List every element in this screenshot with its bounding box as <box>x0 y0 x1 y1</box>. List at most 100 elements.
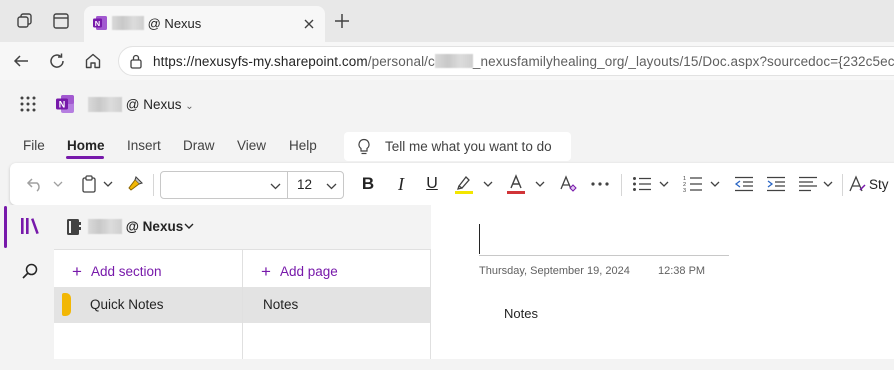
bold-icon: B <box>361 174 375 193</box>
notebooks-icon[interactable] <box>20 217 40 235</box>
chevron-down-icon <box>326 183 337 190</box>
redacted-url-part <box>434 54 473 68</box>
bullets-icon[interactable] <box>630 163 654 205</box>
notebook-icon <box>65 218 81 236</box>
divider <box>842 174 843 196</box>
chevron-down-icon[interactable] <box>52 163 64 205</box>
add-page-label: Add page <box>279 264 338 279</box>
note-content[interactable]: Notes <box>504 306 538 321</box>
back-icon[interactable] <box>12 52 30 70</box>
refresh-icon[interactable] <box>48 52 66 70</box>
underline-icon: U <box>426 175 438 192</box>
add-page-button[interactable]: + Add page <box>261 261 338 281</box>
align-icon[interactable] <box>796 163 820 205</box>
plus-icon: + <box>72 262 82 281</box>
increase-indent-icon[interactable] <box>764 163 788 205</box>
notebook-title-suffix: @ Nexus <box>125 97 182 112</box>
workspaces-icon[interactable] <box>16 12 34 30</box>
chevron-down-icon[interactable] <box>822 163 834 205</box>
new-tab-icon[interactable] <box>334 13 350 29</box>
sections-pane: + Add section Quick Notes <box>54 249 243 359</box>
tab-help[interactable]: Help <box>289 138 317 153</box>
tab-file[interactable]: File <box>23 138 45 153</box>
page-label: Notes <box>263 297 299 312</box>
onenote-favicon-icon: N <box>92 15 108 31</box>
font-size-select[interactable]: 12 <box>287 171 344 199</box>
chevron-down-icon[interactable] <box>534 163 546 205</box>
highlight-button[interactable] <box>452 163 476 205</box>
font-name-select[interactable] <box>160 171 288 199</box>
tell-me-text: Tell me what you want to do <box>385 139 552 154</box>
section-color-tab <box>62 293 71 316</box>
page-canvas[interactable]: Thursday, September 19, 2024 12:38 PM No… <box>431 205 894 359</box>
font-size-value: 12 <box>297 177 313 192</box>
notebook-header[interactable]: @ Nexus <box>54 205 431 249</box>
clipboard-icon[interactable] <box>78 163 100 205</box>
tell-me-search[interactable]: Tell me what you want to do <box>344 132 571 161</box>
numbering-icon[interactable]: 123 <box>681 163 705 205</box>
notebook-title-dropdown[interactable]: @ Nexus ⌄ <box>88 97 194 112</box>
section-label: Quick Notes <box>90 297 164 312</box>
ribbon-toolbar: 12 B I U 123 Sty <box>10 163 894 205</box>
add-section-label: Add section <box>90 264 162 279</box>
bold-button[interactable]: B <box>356 163 380 205</box>
more-options-icon[interactable] <box>588 163 612 205</box>
svg-text:N: N <box>95 19 100 28</box>
italic-button[interactable]: I <box>389 163 413 205</box>
pages-pane: + Add page Notes <box>243 249 431 359</box>
lock-icon[interactable] <box>129 54 143 69</box>
page-item[interactable]: Notes <box>243 287 430 323</box>
page-date: Thursday, September 19, 2024 <box>479 265 630 277</box>
rail-active-indicator <box>4 206 7 248</box>
url-path-end: _nexusfamilyhealing_org/_layouts/15/Doc.… <box>472 54 894 69</box>
tab-view[interactable]: View <box>237 138 266 153</box>
lightbulb-icon <box>357 138 371 155</box>
section-item[interactable]: Quick Notes <box>54 287 242 323</box>
svg-text:N: N <box>59 100 66 110</box>
tab-draw[interactable]: Draw <box>183 138 215 153</box>
url-text: https://nexusyfs-my.sharepoint.com/perso… <box>153 54 894 69</box>
active-tab-indicator <box>66 156 104 159</box>
tab-actions-icon[interactable] <box>52 12 70 30</box>
text-cursor <box>479 224 480 254</box>
app-launcher-icon[interactable] <box>20 96 36 112</box>
clear-formatting-icon[interactable] <box>556 163 580 205</box>
url-host: https://nexusyfs-my.sharepoint.com <box>153 54 368 69</box>
font-color-button[interactable] <box>504 163 528 205</box>
tab-insert[interactable]: Insert <box>127 138 161 153</box>
chevron-down-icon: ⌄ <box>185 101 194 112</box>
chevron-down-icon[interactable] <box>709 163 721 205</box>
plus-icon: + <box>261 262 271 281</box>
address-bar-row: https://nexusyfs-my.sharepoint.com/perso… <box>0 42 894 80</box>
styles-button[interactable]: Sty <box>848 163 894 205</box>
app-header: N @ Nexus ⌄ <box>0 80 894 130</box>
page-time: 12:38 PM <box>658 265 706 277</box>
onenote-logo-icon[interactable]: N <box>55 94 75 114</box>
address-bar[interactable]: https://nexusyfs-my.sharepoint.com/perso… <box>118 46 894 76</box>
close-tab-icon[interactable] <box>302 17 316 31</box>
home-icon[interactable] <box>84 52 102 70</box>
styles-icon <box>849 175 866 192</box>
decrease-indent-icon[interactable] <box>732 163 756 205</box>
page-title-underline <box>479 255 729 256</box>
tab-title-suffix: @ Nexus <box>147 16 202 31</box>
search-icon[interactable] <box>21 262 39 280</box>
notebook-name: @ Nexus <box>88 219 183 234</box>
chevron-down-icon[interactable] <box>658 163 670 205</box>
divider <box>153 174 154 196</box>
url-path-start: /personal/c <box>367 54 435 69</box>
active-browser-tab[interactable]: N @ Nexus <box>84 6 325 42</box>
underline-button[interactable]: U <box>420 163 444 205</box>
italic-icon: I <box>398 173 404 194</box>
chevron-down-icon[interactable] <box>102 163 114 205</box>
styles-label: Sty <box>869 176 889 192</box>
undo-icon[interactable] <box>24 163 46 205</box>
add-section-button[interactable]: + Add section <box>72 261 161 281</box>
redacted-name <box>88 219 122 234</box>
format-painter-icon[interactable] <box>124 163 146 205</box>
chevron-down-icon[interactable] <box>482 163 494 205</box>
redacted-name <box>88 97 122 112</box>
divider <box>621 174 622 196</box>
tab-home[interactable]: Home <box>67 138 105 153</box>
chevron-down-icon[interactable] <box>184 223 194 229</box>
